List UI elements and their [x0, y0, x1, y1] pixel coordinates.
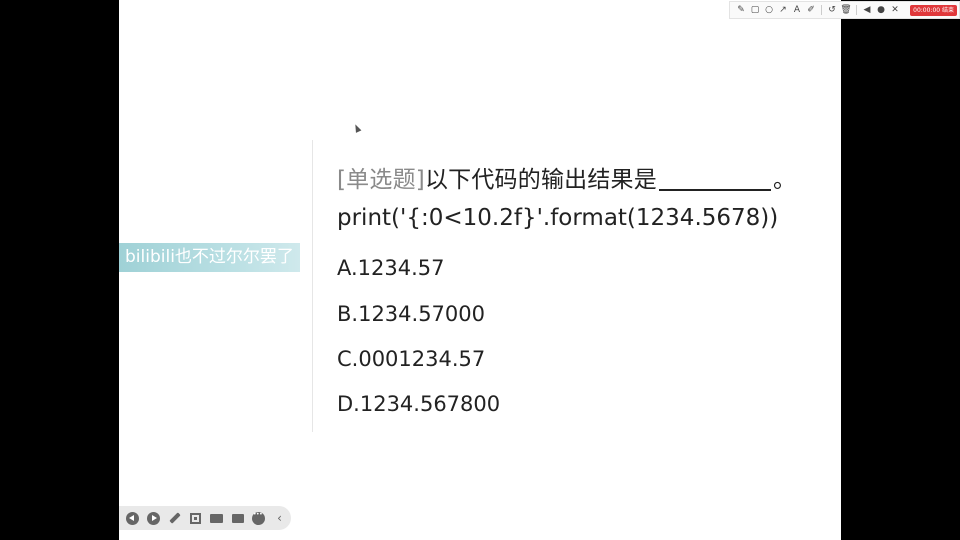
mic-icon[interactable]: ●	[874, 3, 888, 17]
arrow-icon[interactable]: ↗	[776, 3, 790, 17]
question-title: [单选题]以下代码的输出结果是 。	[337, 160, 796, 194]
playback-toolbar: ‹	[119, 506, 291, 530]
prev-icon	[126, 511, 139, 525]
record-stop-button[interactable]: 00:00:00 结束	[910, 4, 957, 16]
speaker-icon[interactable]: ◀	[860, 3, 874, 17]
black-border	[841, 0, 960, 540]
option-d[interactable]: D.1234.567800	[337, 392, 500, 416]
marker-icon[interactable]: ✐	[804, 3, 818, 17]
next-icon	[147, 511, 160, 525]
watermark-banner: bilibili也不过尔尔罢了	[119, 243, 300, 272]
prev-button[interactable]	[125, 511, 140, 526]
collapse-icon: ‹	[277, 511, 282, 525]
more-icon	[252, 511, 265, 525]
next-button[interactable]	[146, 511, 161, 526]
question-code: print('{:0<10.2f}'.format(1234.5678))	[337, 205, 779, 231]
text-icon[interactable]: A	[790, 3, 804, 17]
pen-button[interactable]	[167, 511, 182, 526]
option-b[interactable]: B.1234.57000	[337, 302, 485, 326]
circle-icon[interactable]: ○	[762, 3, 776, 17]
answer-blank	[658, 167, 771, 191]
pencil-icon[interactable]: ✎	[734, 3, 748, 17]
camera-button[interactable]	[209, 511, 224, 526]
close-icon[interactable]: ✕	[888, 3, 902, 17]
question-text: 以下代码的输出结果是	[424, 167, 657, 193]
screenshot-button[interactable]	[188, 511, 203, 526]
screenshot-icon	[190, 512, 201, 524]
option-a[interactable]: A.1234.57	[337, 256, 445, 280]
chat-icon	[231, 513, 244, 523]
annotation-toolbar: ✎ ▢ ○ ↗ A ✐ ↺ 🗑 ◀ ● ✕ 00:00:00 结束	[729, 1, 960, 19]
collapse-button[interactable]: ‹	[272, 511, 287, 526]
toolbar-divider	[856, 5, 857, 15]
camera-icon	[210, 513, 223, 523]
rectangle-icon[interactable]: ▢	[748, 3, 762, 17]
pen-icon	[168, 512, 181, 524]
option-c[interactable]: C.0001234.57	[337, 347, 485, 371]
question-end: 。	[772, 167, 797, 193]
more-button[interactable]	[251, 511, 266, 526]
toolbar-divider	[821, 5, 822, 15]
question-type: [单选题]	[337, 167, 425, 193]
trash-icon[interactable]: 🗑	[839, 3, 853, 17]
divider-line	[312, 140, 313, 432]
chat-button[interactable]	[230, 511, 245, 526]
undo-icon[interactable]: ↺	[825, 3, 839, 17]
